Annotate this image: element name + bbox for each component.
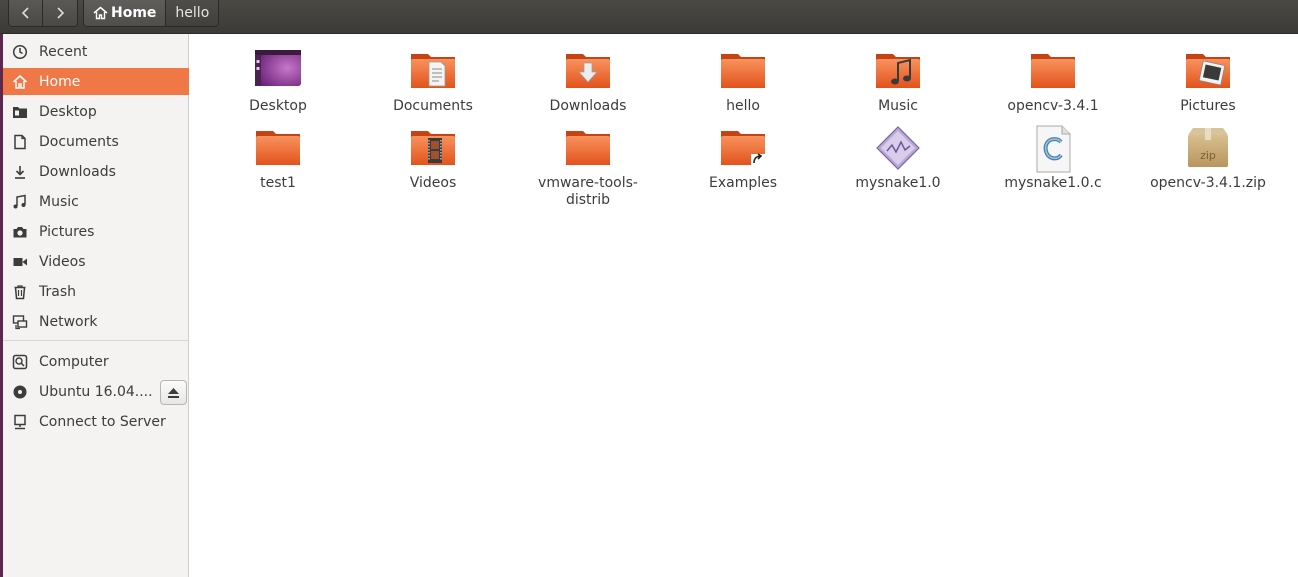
- sidebar-item-label: Connect to Server: [39, 413, 166, 430]
- file-item-music[interactable]: Music: [838, 48, 958, 115]
- file-item-vmware-tools-distrib[interactable]: vmware-tools-distrib: [528, 125, 648, 209]
- file-item-mysnake1-0[interactable]: mysnake1.0: [838, 125, 958, 192]
- sidebar-item-label: Ubuntu 16.04....: [39, 383, 153, 400]
- sidebar-item-label: Documents: [39, 133, 119, 150]
- file-name: test1: [260, 175, 296, 191]
- file-name: Videos: [409, 175, 457, 191]
- sidebar-item-downloads[interactable]: Downloads: [3, 158, 189, 185]
- downloads-folder-icon: [563, 48, 613, 96]
- music-note-icon: [12, 194, 28, 210]
- chevron-right-icon: [57, 7, 65, 19]
- sidebar-item-connect-to-server[interactable]: Connect to Server: [3, 408, 189, 435]
- chevron-left-icon: [21, 7, 29, 19]
- breadcrumb-home-label: Home: [111, 5, 157, 21]
- sidebar-item-label: Desktop: [39, 103, 97, 120]
- network-icon: [12, 314, 28, 330]
- file-name: vmware-tools-distrib: [538, 175, 638, 208]
- sidebar-item-music[interactable]: Music: [3, 188, 189, 215]
- sidebar-item-label: Downloads: [39, 163, 116, 180]
- file-name: Documents: [393, 98, 473, 114]
- file-item-videos[interactable]: Videos: [373, 125, 493, 192]
- video-icon: [12, 254, 28, 270]
- folder-icon: [1028, 48, 1078, 96]
- home-icon: [93, 6, 108, 20]
- file-grid: Desktop Documents Downloads hello Music …: [190, 34, 1298, 577]
- sidebar-item-desktop[interactable]: Desktop: [3, 98, 189, 125]
- file-item-downloads[interactable]: Downloads: [528, 48, 648, 115]
- videos-folder-icon: [408, 125, 458, 173]
- file-item-opencv-zip[interactable]: zip opencv-3.4.1.zip: [1148, 125, 1268, 192]
- file-item-hello[interactable]: hello: [683, 48, 803, 115]
- camera-icon: [12, 224, 28, 240]
- sidebar-item-recent[interactable]: Recent: [3, 38, 189, 65]
- sidebar-item-pictures[interactable]: Pictures: [3, 218, 189, 245]
- download-icon: [12, 164, 28, 180]
- clock-icon: [12, 44, 28, 60]
- computer-icon: [12, 354, 28, 370]
- sidebar-item-label: Home: [39, 73, 81, 90]
- file-name: opencv-3.4.1.zip: [1150, 175, 1266, 191]
- file-item-mysnake1-0-c[interactable]: mysnake1.0.c: [993, 125, 1113, 192]
- server-icon: [12, 414, 28, 430]
- sidebar-item-label: Videos: [39, 253, 86, 270]
- documents-folder-icon: [408, 48, 458, 96]
- sidebar-item-ubuntu-disc[interactable]: Ubuntu 16.04....: [3, 378, 153, 405]
- zip-badge: zip: [1200, 149, 1216, 162]
- breadcrumb: Home hello: [83, 0, 220, 27]
- breadcrumb-hello[interactable]: hello: [166, 0, 219, 26]
- sidebar-item-label: Pictures: [39, 223, 95, 240]
- file-name: mysnake1.0.c: [1004, 175, 1102, 191]
- sidebar-item-network[interactable]: Network: [3, 308, 189, 335]
- trash-icon: [12, 284, 28, 300]
- history-nav: [8, 0, 78, 27]
- file-name: Music: [878, 98, 918, 114]
- sidebar-item-label: Computer: [39, 353, 109, 370]
- file-item-desktop[interactable]: Desktop: [218, 48, 338, 115]
- breadcrumb-home[interactable]: Home: [84, 0, 167, 26]
- file-item-examples[interactable]: Examples: [683, 125, 803, 192]
- sidebar-item-home[interactable]: Home: [3, 68, 189, 95]
- folder-icon: [563, 125, 613, 173]
- file-item-documents[interactable]: Documents: [373, 48, 493, 115]
- sidebar: Recent Home Desktop Documents Downloads …: [3, 34, 189, 577]
- forward-button[interactable]: [43, 0, 77, 26]
- document-icon: [12, 134, 28, 150]
- breadcrumb-hello-label: hello: [175, 5, 210, 21]
- file-name: Examples: [708, 175, 778, 191]
- disc-icon: [12, 384, 28, 400]
- sidebar-item-computer[interactable]: Computer: [3, 348, 189, 375]
- zip-archive-icon: zip: [1183, 125, 1233, 173]
- file-name: Desktop: [249, 98, 307, 114]
- back-button[interactable]: [9, 0, 43, 26]
- sidebar-item-trash[interactable]: Trash: [3, 278, 189, 305]
- file-item-test1[interactable]: test1: [218, 125, 338, 192]
- folder-icon: [718, 48, 768, 96]
- desktop-folder-icon: [12, 104, 28, 120]
- file-name: mysnake1.0: [855, 175, 941, 191]
- file-name: Pictures: [1180, 98, 1236, 114]
- sidebar-item-label: Music: [39, 193, 79, 210]
- eject-icon: [168, 387, 179, 398]
- sidebar-separator: [3, 340, 189, 341]
- sidebar-item-label: Recent: [39, 43, 88, 60]
- file-name: hello: [726, 98, 760, 114]
- file-name: Downloads: [549, 98, 627, 114]
- sidebar-item-documents[interactable]: Documents: [3, 128, 189, 155]
- c-source-file-icon: [1028, 125, 1078, 173]
- sidebar-item-videos[interactable]: Videos: [3, 248, 189, 275]
- desktop-folder-icon: [253, 48, 303, 96]
- file-item-opencv-3-4-1[interactable]: opencv-3.4.1: [993, 48, 1113, 115]
- pictures-folder-icon: [1183, 48, 1233, 96]
- sidebar-item-label: Trash: [39, 283, 76, 300]
- link-folder-icon: [718, 125, 768, 173]
- folder-icon: [253, 125, 303, 173]
- sidebar-item-label: Network: [39, 313, 98, 330]
- eject-button[interactable]: [160, 380, 187, 405]
- header-bar: Home hello: [0, 0, 1298, 34]
- file-name: opencv-3.4.1: [1007, 98, 1099, 114]
- executable-icon: [873, 125, 923, 173]
- file-item-pictures[interactable]: Pictures: [1148, 48, 1268, 115]
- home-icon: [12, 74, 28, 90]
- music-folder-icon: [873, 48, 923, 96]
